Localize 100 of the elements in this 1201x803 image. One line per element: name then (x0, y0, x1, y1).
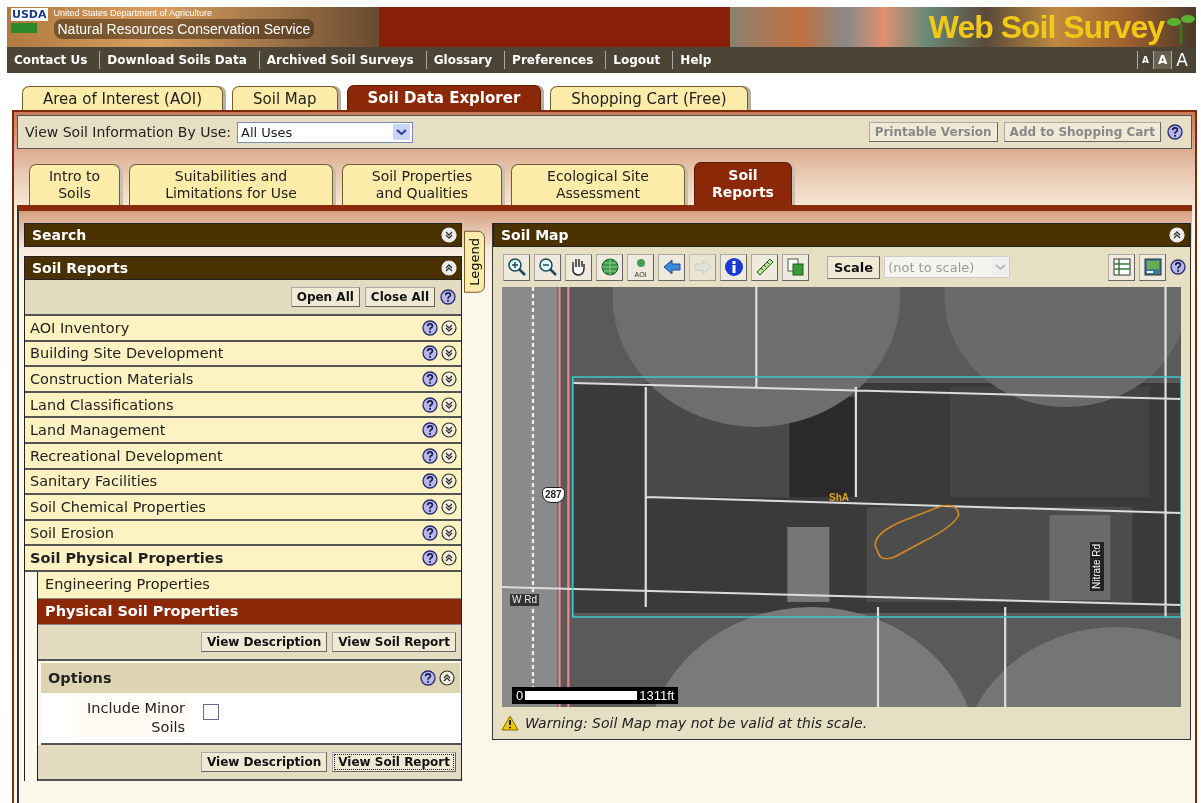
copy-icon (784, 256, 807, 278)
expand-icon[interactable] (441, 319, 457, 336)
tab[interactable]: Soil Properties and Qualities (342, 164, 502, 205)
map-tool-button[interactable] (596, 253, 623, 281)
road-label: W Rd (510, 594, 539, 606)
map-tool-button[interactable] (720, 253, 747, 281)
tab[interactable]: Soil Data Explorer (346, 85, 542, 110)
text-size-button[interactable]: A (1153, 51, 1172, 69)
help-icon[interactable] (1170, 259, 1186, 275)
tab[interactable]: Shopping Cart (Free) (550, 86, 748, 110)
nav-link[interactable]: Download Soils Data (100, 51, 260, 69)
help-icon[interactable] (422, 345, 438, 362)
report-button[interactable]: View Soil Report (332, 752, 456, 773)
map-tool-button[interactable] (503, 253, 530, 281)
report-category[interactable]: Building Site Development (25, 341, 461, 368)
map-tool-button[interactable] (1108, 253, 1135, 281)
collapse-icon[interactable] (441, 550, 457, 567)
map-tool-button[interactable] (565, 253, 592, 281)
globe-icon (598, 256, 621, 278)
options-header[interactable]: Options (41, 663, 460, 694)
report-item[interactable]: Engineering Properties (38, 571, 461, 599)
expand-icon[interactable] (441, 396, 457, 413)
usda-logo: USDA (11, 8, 48, 21)
road-label: Nitrate Rd (1090, 542, 1104, 591)
report-item[interactable]: Physical Soil Properties (38, 598, 461, 626)
report-category[interactable]: Recreational Development (25, 443, 461, 470)
soil-unit-label: ShA (829, 492, 849, 504)
help-icon[interactable] (422, 422, 438, 439)
field-logo-icon (11, 23, 37, 33)
map-tool-button[interactable] (751, 253, 778, 281)
nav-link[interactable]: Archived Soil Surveys (259, 51, 427, 69)
app-title: Web Soil Survey (928, 8, 1164, 47)
report-category[interactable]: AOI Inventory (25, 316, 461, 342)
help-icon[interactable] (422, 371, 438, 387)
report-category[interactable]: Construction Materials (25, 367, 461, 393)
report-button[interactable]: View Description (201, 752, 328, 773)
panel-header[interactable]: Soil Map (493, 223, 1190, 247)
expand-icon[interactable] (441, 498, 457, 515)
aoi-icon (636, 259, 645, 267)
expand-icon[interactable] (441, 524, 457, 541)
tab[interactable]: Soil Reports (694, 162, 792, 205)
tab[interactable]: Ecological Site Assessment (511, 164, 685, 205)
report-category[interactable]: Sanitary Facilities (25, 469, 461, 496)
help-icon[interactable] (422, 498, 438, 515)
panel-header[interactable]: Soil Reports (24, 256, 462, 280)
map-tool-button[interactable] (658, 253, 685, 281)
tab[interactable]: Suitabilities and Limitations for Use (129, 164, 333, 205)
nav-link[interactable]: Glossary (426, 51, 506, 69)
panel-button[interactable]: Open All (290, 287, 360, 307)
help-icon[interactable] (422, 524, 438, 541)
expand-icon[interactable] (441, 371, 457, 387)
panel-button[interactable]: Close All (364, 287, 435, 307)
help-icon[interactable] (422, 550, 438, 567)
panel-header[interactable]: Search (24, 223, 462, 247)
map-tool-button[interactable] (534, 253, 561, 281)
nav-link[interactable]: Contact Us (7, 51, 101, 69)
legend-tab[interactable]: Legend (464, 231, 485, 293)
map-tool-button[interactable] (782, 253, 809, 281)
nav-link[interactable]: Preferences (505, 51, 607, 69)
expand-icon[interactable] (441, 447, 457, 464)
help-icon[interactable] (420, 670, 436, 687)
agency-name: Natural Resources Conservation Service (53, 19, 315, 39)
report-category[interactable]: Soil Chemical Properties (25, 495, 461, 521)
tab[interactable]: Intro to Soils (29, 164, 120, 205)
tab[interactable]: Soil Map (232, 86, 338, 110)
use-select[interactable]: All Uses (237, 121, 414, 143)
help-icon[interactable] (422, 396, 438, 413)
scale-end: 1311ft (639, 688, 675, 703)
text-size-button[interactable]: A (1171, 51, 1192, 69)
tab[interactable]: Area of Interest (AOI) (22, 86, 224, 110)
report-category[interactable]: Soil Erosion (25, 520, 461, 547)
help-icon[interactable] (422, 473, 438, 490)
report-button[interactable]: View Soil Report (332, 632, 456, 653)
panel-title: Search (32, 227, 87, 243)
map-view-icon (1141, 256, 1164, 278)
help-icon[interactable] (422, 447, 438, 464)
warning-icon (501, 715, 519, 731)
nav-link[interactable]: Help (673, 51, 724, 69)
aerial-map-drawing[interactable] (502, 287, 1181, 707)
panel-title: Soil Map (501, 227, 569, 243)
report-category[interactable]: Land Management (25, 418, 461, 444)
report-button[interactable]: View Description (201, 632, 328, 653)
expand-icon[interactable] (441, 345, 457, 362)
nav-link[interactable]: Logout (606, 51, 674, 69)
agency-subtitle: United States Department of Agriculture (53, 7, 214, 19)
collapse-icon[interactable] (439, 670, 455, 687)
help-icon[interactable] (440, 289, 456, 305)
panel-title: Soil Reports (32, 260, 129, 276)
expand-icon[interactable] (441, 422, 457, 439)
use-label: View Soil Information By Use: (25, 124, 232, 140)
dropdown-icon (992, 258, 1010, 276)
help-icon[interactable] (422, 319, 438, 336)
map-tool-button[interactable] (1139, 253, 1166, 281)
checkbox[interactable] (203, 704, 219, 721)
info-icon (722, 256, 745, 278)
report-category[interactable]: Land Classifications (25, 392, 461, 419)
report-category[interactable]: Soil Physical Properties (25, 546, 461, 572)
scale-button[interactable]: Scale (827, 255, 881, 279)
help-icon[interactable] (1167, 124, 1183, 140)
expand-icon[interactable] (441, 473, 457, 490)
